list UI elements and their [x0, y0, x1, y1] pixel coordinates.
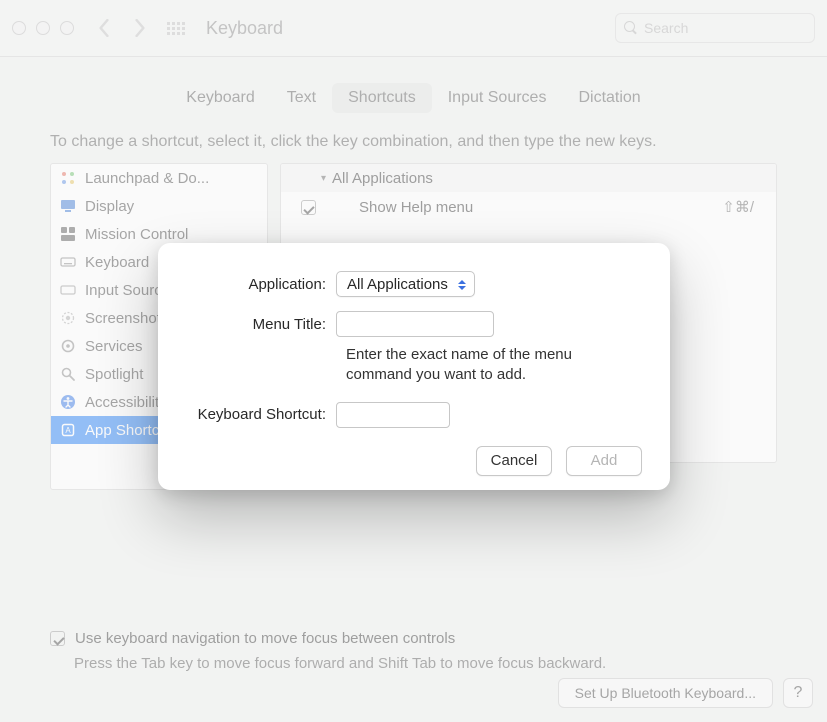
- menu-title-label: Menu Title:: [186, 316, 336, 333]
- shortcut-label: Keyboard Shortcut:: [186, 406, 336, 423]
- add-shortcut-button[interactable]: Add: [566, 446, 642, 476]
- popup-stepper-icon: [458, 276, 466, 294]
- cancel-button[interactable]: Cancel: [476, 446, 552, 476]
- application-popup[interactable]: All Applications: [336, 271, 475, 297]
- add-shortcut-sheet: Application: All Applications Menu Title…: [158, 243, 670, 490]
- application-label: Application:: [186, 276, 336, 293]
- menu-title-input[interactable]: [336, 311, 494, 337]
- menu-title-help: Enter the exact name of the menu command…: [346, 345, 636, 386]
- application-value: All Applications: [347, 276, 448, 293]
- shortcut-input[interactable]: [336, 402, 450, 428]
